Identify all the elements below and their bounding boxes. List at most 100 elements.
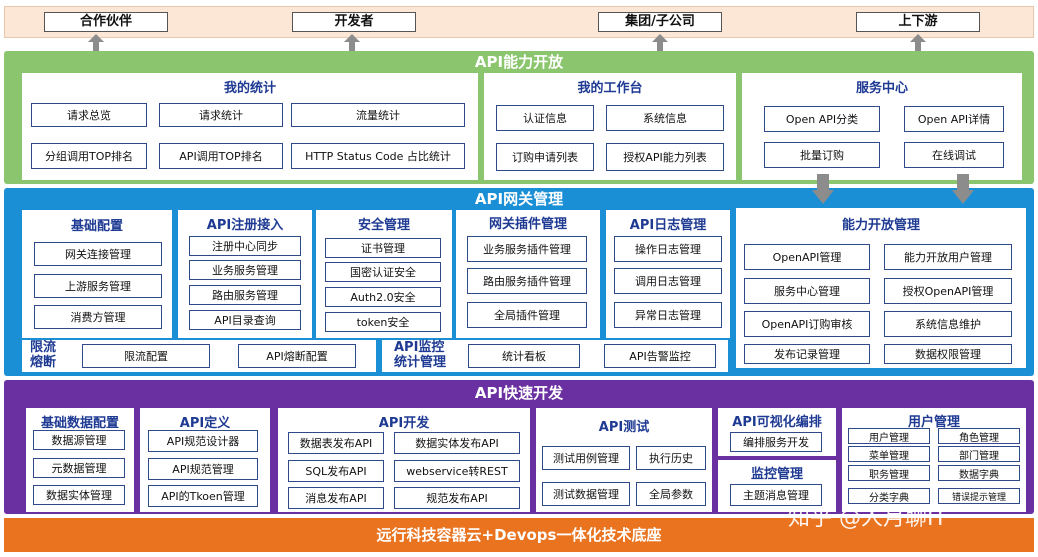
item-openapi-category: Open API分类 (764, 106, 880, 132)
item-user-mgmt: 用户管理 (848, 428, 930, 444)
item-dept-mgmt: 部门管理 (938, 446, 1020, 462)
item-error-tips: 错误提示管理 (938, 488, 1020, 504)
item-auth-openapi-mgmt: 授权OpenAPI管理 (884, 278, 1012, 304)
item-route-plugin: 路由服务插件管理 (467, 268, 587, 294)
item-token: token安全 (325, 312, 441, 332)
item-consumer: 消费方管理 (34, 305, 162, 329)
top-group: 集团/子公司 (598, 12, 722, 32)
panel-workbench-title: 我的工作台 (577, 81, 643, 96)
item-request-overview: 请求总览 (31, 103, 147, 127)
item-openapi-review: OpenAPI订购审核 (744, 311, 870, 337)
item-auth2: Auth2.0安全 (325, 287, 441, 307)
item-batch-order: 批量订购 (764, 142, 880, 168)
item-table-api: 数据表发布API (288, 432, 384, 454)
item-msg-api: 消息发布API (288, 487, 384, 509)
item-cert: 证书管理 (325, 238, 441, 258)
item-spec-mgmt: API规范管理 (148, 458, 258, 480)
item-token-mgmt: API的Tkoen管理 (148, 485, 258, 507)
top-developers: 开发者 (292, 12, 416, 32)
up-arrow-icon (88, 34, 104, 52)
panel-monitoring-title: 监控管理 (750, 467, 803, 482)
item-data-permission: 数据权限管理 (884, 344, 1012, 364)
panel-test-title: API测试 (598, 420, 650, 435)
item-rate-limit: 限流配置 (82, 344, 210, 368)
item-gateway-conn: 网关连接管理 (34, 242, 162, 266)
item-auth-info: 认证信息 (496, 105, 594, 131)
item-spec-api: 规范发布API (394, 487, 520, 509)
item-op-log: 操作日志管理 (614, 236, 722, 262)
item-call-log: 调用日志管理 (614, 268, 722, 294)
section-dev-title: API快速开发 (474, 384, 564, 402)
item-metadata: 元数据管理 (33, 458, 125, 478)
monitor-title-line2: 统计管理 (394, 355, 447, 370)
item-guomi: 国密认证安全 (325, 262, 441, 282)
panel-security-title: 安全管理 (357, 218, 410, 233)
item-biz-plugin: 业务服务插件管理 (467, 236, 587, 262)
item-role-mgmt: 角色管理 (938, 428, 1020, 444)
item-system-info: 系统信息 (606, 105, 724, 131)
item-orchestration: 编排服务开发 (730, 432, 822, 452)
panel-capability-title: 能力开放管理 (841, 218, 920, 233)
item-spec-designer: API规范设计器 (148, 430, 258, 452)
section-open-title: API能力开放 (474, 53, 564, 71)
item-global-plugin: 全局插件管理 (467, 302, 587, 328)
item-upstream: 上游服务管理 (34, 274, 162, 298)
item-test-data: 测试数据管理 (542, 482, 630, 506)
item-biz-service: 业务服务管理 (189, 260, 301, 280)
item-error-log: 异常日志管理 (614, 302, 722, 328)
item-request-stats: 请求统计 (159, 103, 283, 127)
item-open-user-mgmt: 能力开放用户管理 (884, 244, 1012, 270)
item-sysinfo-maint: 系统信息维护 (884, 311, 1012, 337)
panel-stats-title: 我的统计 (223, 81, 276, 96)
panel-register-title: API注册接入 (206, 218, 284, 233)
watermark: 知乎 @人月聊IT (788, 506, 947, 531)
down-arrow-icon (952, 174, 974, 204)
panel-logs-title: API日志管理 (629, 218, 707, 233)
section-gateway-title: API网关管理 (474, 190, 564, 208)
item-openapi-detail: Open API详情 (904, 106, 1004, 132)
panel-service-title: 服务中心 (855, 81, 908, 96)
panel-define-title: API定义 (179, 416, 231, 431)
item-group-top: 分组调用TOP排名 (31, 143, 147, 169)
item-traffic-stats: 流量统计 (291, 103, 465, 127)
item-exec-history: 执行历史 (636, 446, 706, 470)
item-data-entity: 数据实体管理 (33, 485, 125, 505)
top-partners: 合作伙伴 (44, 12, 168, 32)
item-api-catalog: API目录查询 (189, 310, 301, 330)
panel-basic-data-title: 基础数据配置 (40, 416, 119, 431)
item-entity-api: 数据实体发布API (394, 432, 520, 454)
item-stats-board: 统计看板 (468, 344, 580, 368)
item-global-param: 全局参数 (636, 482, 706, 506)
item-service-center-mgmt: 服务中心管理 (744, 278, 870, 304)
down-arrow-icon (812, 174, 834, 204)
up-arrow-icon (344, 34, 360, 52)
item-release-record: 发布记录管理 (744, 344, 870, 364)
limit-title-line1: 限流 (30, 340, 57, 355)
item-online-debug: 在线调试 (904, 142, 1004, 168)
item-route-service: 路由服务管理 (189, 285, 301, 305)
limit-title-line2: 熔断 (30, 355, 57, 370)
item-api-alarm: API告警监控 (604, 344, 716, 368)
item-authorized-api: 授权API能力列表 (606, 143, 724, 171)
item-api-top: API调用TOP排名 (159, 143, 283, 169)
item-dict: 数据字典 (938, 465, 1020, 481)
panel-plugins-title: 网关插件管理 (488, 217, 567, 232)
item-sql-api: SQL发布API (288, 460, 384, 482)
up-arrow-icon (652, 34, 668, 52)
up-arrow-icon (910, 34, 926, 52)
item-http-status: HTTP Status Code 占比统计 (291, 143, 465, 169)
item-datasource: 数据源管理 (33, 430, 125, 450)
panel-visual-title: API可视化编排 (732, 415, 822, 430)
item-ws-rest: webservice转REST (394, 460, 520, 482)
monitor-title-line1: API监控 (394, 340, 445, 355)
item-circuit-breaker: API熔断配置 (238, 344, 356, 368)
item-job-mgmt: 职务管理 (848, 465, 930, 481)
panel-basic-config-title: 基础配置 (70, 219, 123, 234)
item-menu-mgmt: 菜单管理 (848, 446, 930, 462)
item-order-list: 订购申请列表 (496, 143, 594, 171)
top-updown: 上下游 (856, 12, 980, 32)
item-test-case: 测试用例管理 (542, 446, 630, 470)
panel-develop-title: API开发 (378, 416, 430, 431)
item-registry-sync: 注册中心同步 (189, 236, 301, 256)
item-openapi-mgmt: OpenAPI管理 (744, 244, 870, 270)
